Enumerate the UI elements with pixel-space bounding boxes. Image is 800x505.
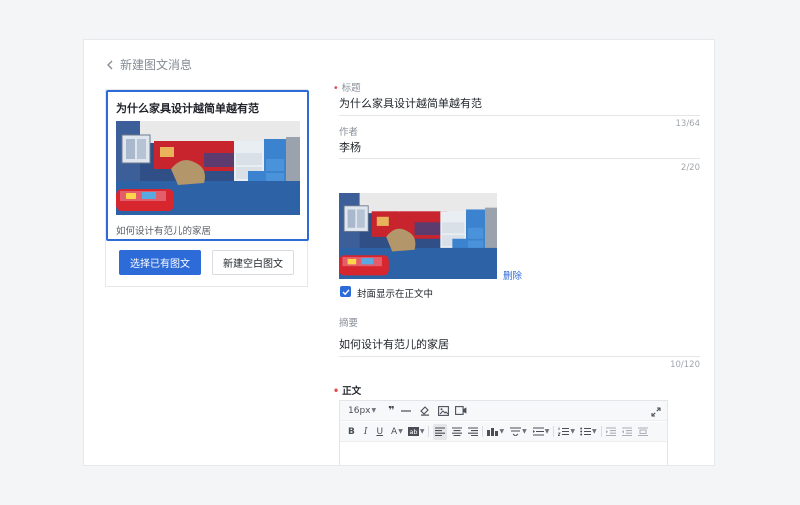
- cover-in-body-checkbox[interactable]: [340, 286, 351, 297]
- divider-icon[interactable]: [400, 403, 411, 419]
- article-preview-card[interactable]: 为什么家具设计越简单越有范 如何设计有范儿的家居: [106, 90, 309, 241]
- editor-toolbar-row-2: B I U A ▼ ab ▼ ▼ ▼ ▼ ▼ ▼: [340, 422, 667, 442]
- cover-in-body-label: 封面显示在正文中: [357, 289, 434, 300]
- body-editor: 16px ▼ ❞ B I U A ▼ ab ▼ ▼ ▼ ▼ ▼ ▼: [339, 400, 668, 465]
- font-size-value: 16px: [348, 405, 371, 416]
- italic-icon[interactable]: I: [364, 424, 368, 440]
- align-right-icon[interactable]: [468, 424, 479, 440]
- digest-label: 摘要: [339, 318, 359, 329]
- author-underline: [339, 158, 700, 159]
- select-existing-button[interactable]: 选择已有图文: [119, 250, 201, 275]
- card-digest: 如何设计有范儿的家居: [116, 226, 212, 237]
- title-label: • 标题: [333, 83, 361, 94]
- toolbar-separator: [600, 426, 602, 437]
- digest-underline: [339, 356, 700, 357]
- card-cover-image: [116, 121, 300, 215]
- more-icon[interactable]: [637, 424, 648, 440]
- paragraph-spacing-icon[interactable]: ▼: [510, 424, 527, 440]
- toolbar-separator: [482, 426, 484, 437]
- quote-icon[interactable]: ❞: [388, 403, 394, 419]
- cover-image[interactable]: [339, 193, 497, 279]
- unordered-list-icon[interactable]: ▼: [580, 424, 597, 440]
- author-char-count: 2/20: [680, 163, 700, 173]
- text-indent-icon[interactable]: ▼: [487, 424, 504, 440]
- author-label: 作者: [339, 127, 359, 138]
- back-link[interactable]: 新建图文消息: [106, 56, 192, 73]
- title-char-count: 13/64: [675, 119, 701, 129]
- ordered-list-icon[interactable]: ▼: [558, 424, 575, 440]
- digest-char-count: 10/120: [670, 360, 700, 370]
- line-height-icon[interactable]: ▼: [532, 424, 549, 440]
- checkmark-icon: [342, 288, 350, 295]
- delete-cover-link[interactable]: 删除: [503, 268, 522, 282]
- image-icon[interactable]: [437, 403, 449, 419]
- chevron-left-icon: [107, 60, 113, 69]
- fullscreen-icon[interactable]: [651, 404, 661, 420]
- card-title: 为什么家具设计越简单越有范: [116, 102, 259, 115]
- font-color-icon[interactable]: A ▼: [391, 424, 403, 440]
- outdent-icon[interactable]: [621, 424, 632, 440]
- article-list: 为什么家具设计越简单越有范 如何设计有范儿的家居 选择已有图文 新建空白图文: [105, 89, 309, 287]
- editor-toolbar-row-1: 16px ▼ ❞: [340, 401, 667, 421]
- digest-input[interactable]: 如何设计有范儿的家居: [339, 336, 449, 352]
- create-blank-button[interactable]: 新建空白图文: [212, 250, 294, 275]
- toolbar-separator: [553, 426, 555, 437]
- body-label: • 正文: [333, 386, 362, 397]
- title-underline: [339, 115, 700, 116]
- indent-icon[interactable]: [605, 424, 616, 440]
- align-center-icon[interactable]: [452, 424, 463, 440]
- bold-icon[interactable]: B: [348, 424, 355, 440]
- main-panel: 新建图文消息 为什么家具设计越简单越有范 如何设计有范儿的家居 选择已有图文 新…: [83, 39, 715, 466]
- svg-text:ab: ab: [409, 428, 417, 436]
- font-size-dropdown[interactable]: 16px ▼: [348, 403, 376, 419]
- underline-icon[interactable]: U: [376, 424, 383, 440]
- clear-format-icon[interactable]: [419, 403, 430, 419]
- video-icon[interactable]: [454, 403, 467, 419]
- toolbar-separator: [428, 426, 430, 437]
- title-input[interactable]: 为什么家具设计越简单越有范: [339, 95, 482, 111]
- page-title: 新建图文消息: [120, 58, 193, 72]
- align-left-icon[interactable]: [433, 423, 448, 440]
- author-input[interactable]: 李杨: [339, 139, 361, 155]
- background-color-icon[interactable]: ab ▼: [407, 424, 424, 440]
